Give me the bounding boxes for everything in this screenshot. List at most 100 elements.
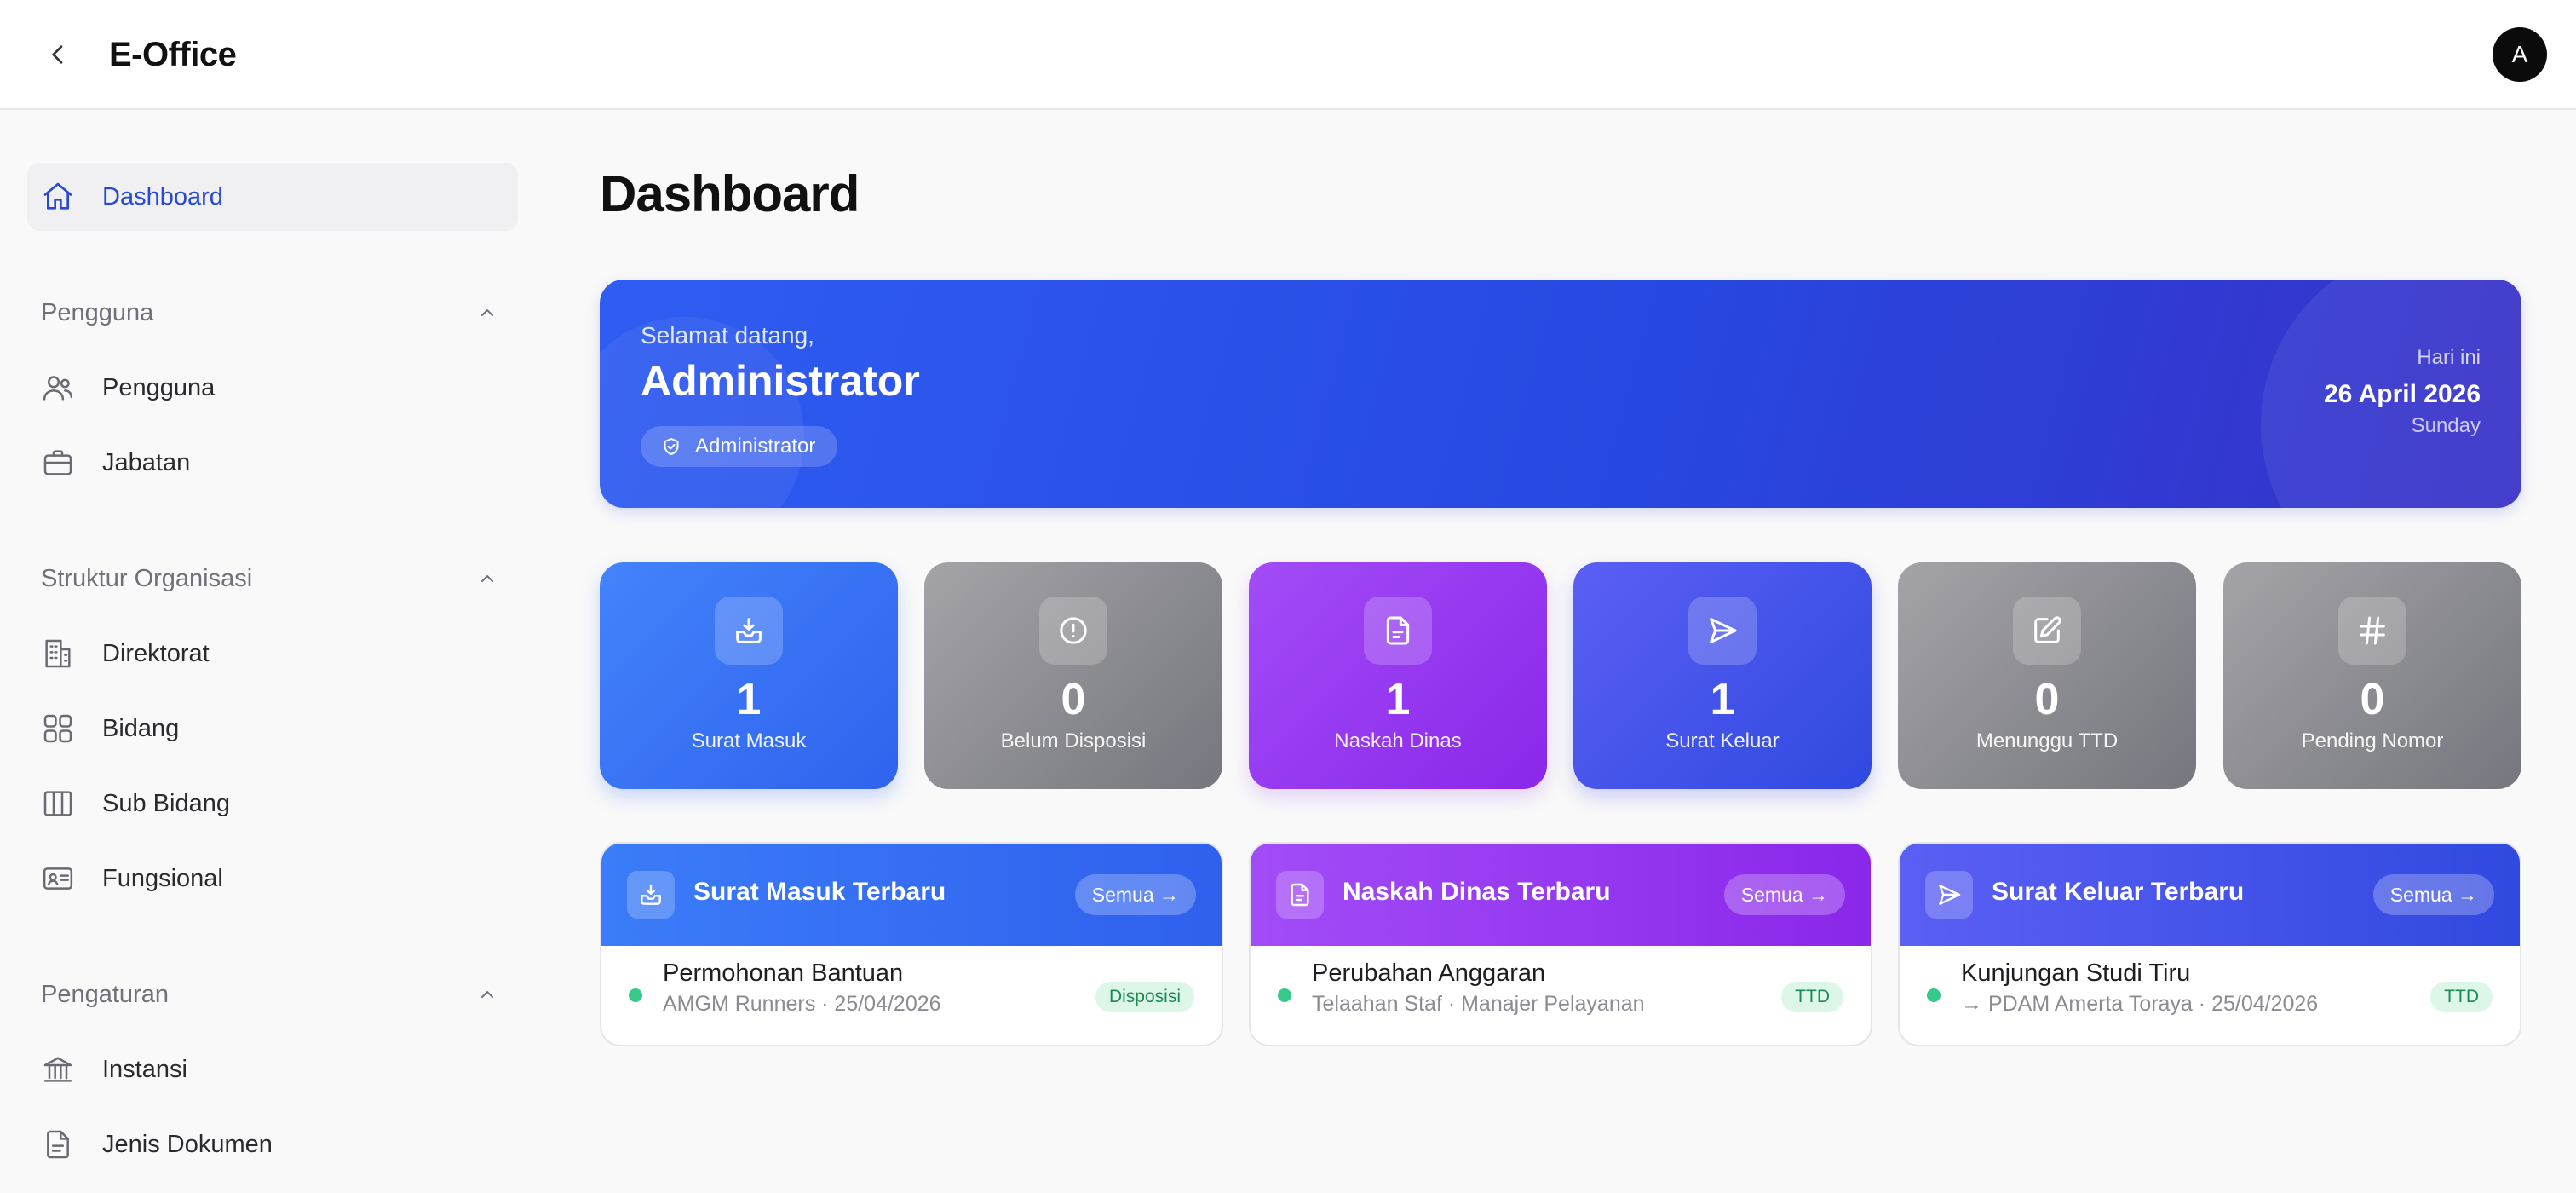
page-title: Dashboard	[600, 165, 860, 222]
chevron-up-icon	[481, 991, 493, 998]
file-icon	[41, 1127, 75, 1161]
view-all-button[interactable]: Semua →	[1723, 874, 1845, 915]
role-badge: Administrator	[641, 426, 838, 467]
avatar[interactable]: A	[2493, 27, 2547, 82]
role-badge-label: Administrator	[695, 435, 816, 458]
building-icon	[41, 637, 75, 671]
sidebar-section-pengaturan[interactable]: Pengaturan	[27, 971, 518, 1018]
view-all-button[interactable]: Semua →	[1074, 874, 1196, 915]
sidebar-item-label: Sub Bidang	[102, 789, 230, 817]
stat-value: 1	[1385, 675, 1411, 724]
stat-card-menunggu-ttd[interactable]: 0 Menunggu TTD	[1898, 562, 2196, 789]
welcome-banner: Selamat datang, Administrator Administra…	[600, 280, 2521, 508]
chevron-left-icon	[52, 45, 63, 64]
sidebar-item-label: Instansi	[102, 1055, 187, 1083]
panel-header: Surat Keluar Terbaru Semua →	[1900, 844, 2520, 946]
sidebar-section-pengguna[interactable]: Pengguna	[27, 289, 518, 337]
stat-card-pending-nomor[interactable]: 0 Pending Nomor	[2223, 562, 2521, 789]
panel-surat-keluar-terbaru: Surat Keluar Terbaru Semua → Kunjungan S…	[1898, 842, 2521, 1046]
stat-card-surat-masuk[interactable]: 1 Surat Masuk	[600, 562, 898, 789]
list-item[interactable]: Perubahan Anggaran Telaahan Staf · Manaj…	[1251, 946, 1871, 1045]
status-badge: TTD	[2430, 982, 2493, 1012]
sidebar-item-label: Direktorat	[102, 639, 210, 667]
sidebar-section-title: Struktur Organisasi	[41, 564, 253, 592]
stat-label: Belum Disposisi	[1000, 729, 1147, 752]
stat-label: Menunggu TTD	[1975, 729, 2119, 752]
today-day: Sunday	[2411, 414, 2481, 437]
top-bar: E-Office A	[0, 0, 2576, 110]
stat-value: 0	[1061, 675, 1086, 724]
sidebar-item-pengguna[interactable]: Pengguna	[27, 354, 518, 422]
welcome-greeting: Selamat datang,	[641, 322, 814, 349]
chevron-up-icon	[481, 309, 493, 316]
stat-label: Surat Keluar	[1665, 729, 1780, 752]
stat-card-belum-disposisi[interactable]: 0 Belum Disposisi	[924, 562, 1222, 789]
shield-check-icon	[664, 438, 679, 455]
inbox-icon	[627, 871, 675, 919]
status-badge: Disposisi	[1095, 982, 1194, 1012]
status-dot	[629, 988, 642, 1002]
briefcase-icon	[41, 446, 75, 480]
stat-label: Naskah Dinas	[1334, 729, 1462, 752]
stat-value: 1	[736, 675, 762, 724]
list-item-subtitle: Telaahan Staf · Manajer Pelayanan	[1312, 992, 1645, 1016]
inbox-icon	[715, 596, 783, 665]
sidebar-item-label: Jenis Dokumen	[102, 1130, 273, 1158]
panel-naskah-dinas-terbaru: Naskah Dinas Terbaru Semua → Perubahan A…	[1249, 842, 1872, 1046]
sidebar-item-label: Fungsional	[102, 864, 223, 892]
list-item-title: Kunjungan Studi Tiru	[1961, 960, 2191, 987]
sidebar-item-dashboard[interactable]: Dashboard	[27, 163, 518, 231]
panel-title: Surat Keluar Terbaru	[1992, 878, 2245, 906]
panel-header: Surat Masuk Terbaru Semua →	[601, 844, 1222, 946]
stat-value: 0	[2360, 675, 2385, 724]
sidebar-section-title: Pengaturan	[41, 980, 169, 1008]
stat-card-surat-keluar[interactable]: 1 Surat Keluar	[1573, 562, 1872, 789]
alert-circle-icon	[1039, 596, 1107, 665]
today-label: Hari ini	[2417, 346, 2481, 369]
sidebar-item-direktorat[interactable]: Direktorat	[27, 620, 518, 688]
list-item-subtitle: AMGM Runners · 25/04/2026	[663, 992, 941, 1016]
id-card-icon	[41, 862, 75, 896]
stat-card-naskah-dinas[interactable]: 1 Naskah Dinas	[1249, 562, 1547, 789]
welcome-user-name: Administrator	[641, 357, 920, 405]
chevron-up-icon	[481, 575, 493, 582]
list-item-title: Perubahan Anggaran	[1312, 960, 1546, 987]
panel-surat-masuk-terbaru: Surat Masuk Terbaru Semua → Permohonan B…	[600, 842, 1223, 1046]
sidebar-item-jenis-dokumen[interactable]: Jenis Dokumen	[27, 1110, 518, 1179]
edit-icon	[2013, 596, 2081, 665]
status-badge: TTD	[1781, 982, 1843, 1012]
view-all-button[interactable]: Semua →	[2372, 874, 2494, 915]
sidebar-item-instansi[interactable]: Instansi	[27, 1035, 518, 1104]
sidebar: Dashboard Pengguna Pengguna Jabatan Stru…	[0, 112, 545, 1193]
stat-value: 1	[1710, 675, 1735, 724]
users-icon	[41, 371, 75, 405]
sidebar-section-struktur-organisasi[interactable]: Struktur Organisasi	[27, 555, 518, 602]
sidebar-item-jabatan[interactable]: Jabatan	[27, 429, 518, 497]
sidebar-item-fungsional[interactable]: Fungsional	[27, 844, 518, 913]
panel-title: Naskah Dinas Terbaru	[1343, 878, 1611, 906]
hash-icon	[2338, 596, 2406, 665]
sidebar-item-sub-bidang[interactable]: Sub Bidang	[27, 769, 518, 838]
sidebar-item-bidang[interactable]: Bidang	[27, 694, 518, 763]
list-item-subtitle: → PDAM Amerta Toraya · 25/04/2026	[1961, 992, 2319, 1016]
grid-icon	[41, 712, 75, 746]
today-date: 26 April 2026	[2324, 380, 2481, 408]
columns-icon	[41, 787, 75, 821]
app-title: E-Office	[109, 36, 237, 73]
stat-label: Surat Masuk	[691, 729, 807, 752]
sidebar-item-label: Dashboard	[102, 182, 223, 210]
document-icon	[1276, 871, 1324, 919]
home-icon	[41, 180, 75, 214]
list-item[interactable]: Permohonan Bantuan AMGM Runners · 25/04/…	[601, 946, 1222, 1045]
list-item-title: Permohonan Bantuan	[663, 960, 904, 987]
stat-value: 0	[2034, 675, 2060, 724]
document-icon	[1364, 596, 1432, 665]
list-item[interactable]: Kunjungan Studi Tiru → PDAM Amerta Toray…	[1900, 946, 2520, 1045]
send-icon	[1925, 871, 1973, 919]
sidebar-item-label: Bidang	[102, 714, 180, 742]
back-button[interactable]	[34, 31, 82, 78]
sidebar-item-label: Jabatan	[102, 448, 191, 476]
panel-header: Naskah Dinas Terbaru Semua →	[1251, 844, 1871, 946]
send-icon	[1688, 596, 1757, 665]
panel-title: Surat Masuk Terbaru	[693, 878, 946, 906]
